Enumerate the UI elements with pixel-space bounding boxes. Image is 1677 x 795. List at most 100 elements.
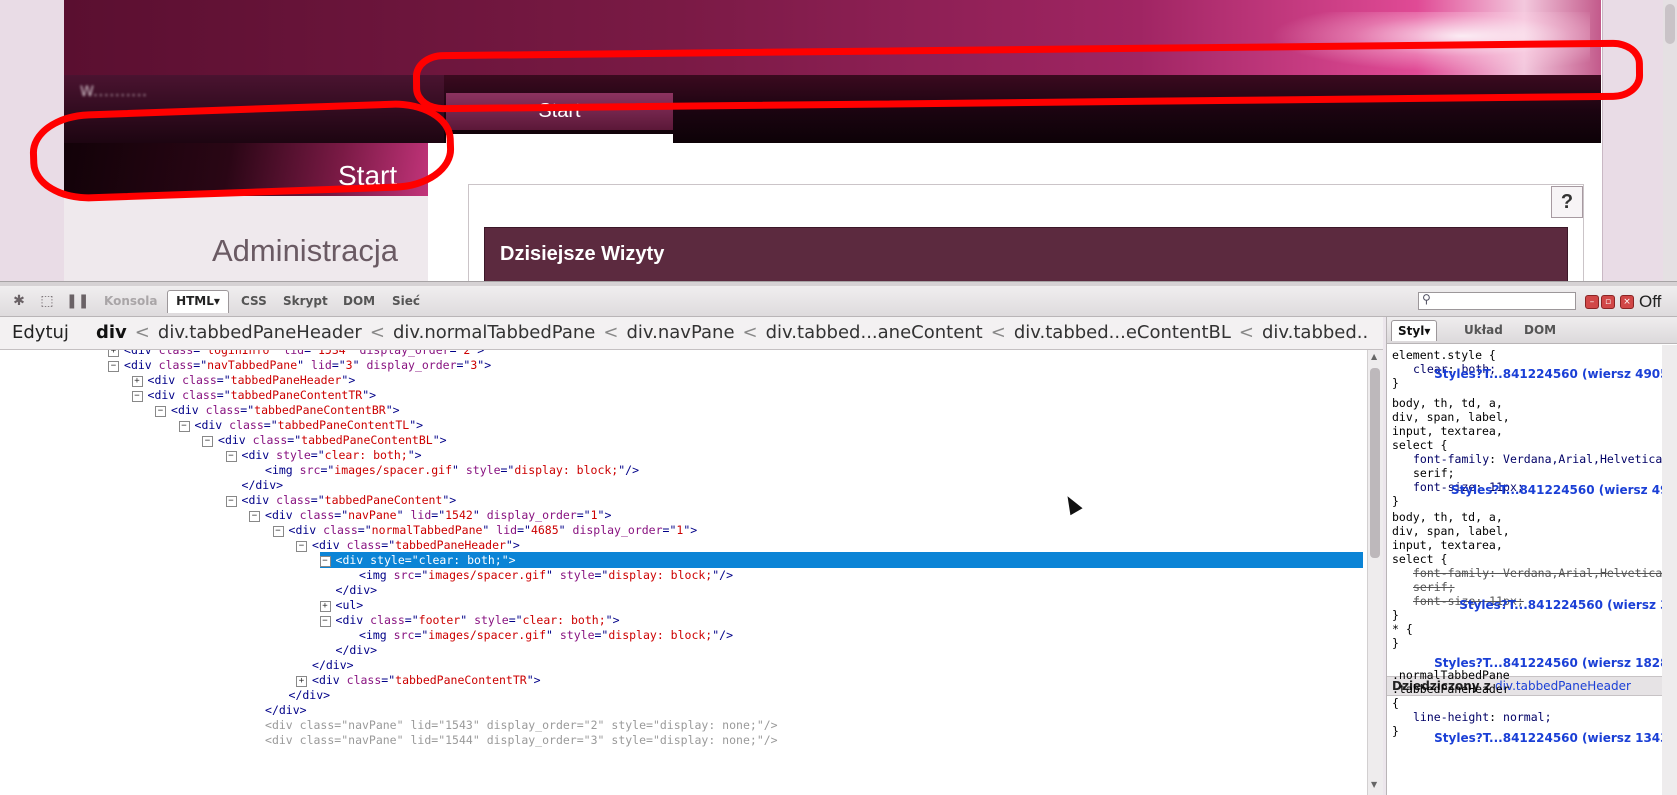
attr-value[interactable]: footer — [419, 613, 461, 627]
inherited-from-link[interactable]: div.tabbedPaneHeader — [1495, 679, 1631, 693]
attr-name[interactable]: class — [323, 523, 358, 537]
attr-name[interactable]: class — [300, 733, 335, 747]
attr-value[interactable]: tabbedPaneContentTR — [231, 388, 363, 402]
attr-name[interactable]: class — [182, 373, 217, 387]
tab-skrypt[interactable]: Skrypt — [283, 294, 328, 308]
sidebar-start-label[interactable]: Start — [338, 160, 397, 192]
collapse-icon[interactable]: − — [131, 391, 143, 402]
attr-name[interactable]: class — [347, 673, 382, 687]
attr-name[interactable]: class — [182, 388, 217, 402]
edit-button[interactable]: Edytuj — [12, 322, 69, 343]
collapse-icon[interactable]: − — [225, 451, 237, 462]
tree-scroll-thumb[interactable] — [1370, 368, 1380, 558]
attr-value[interactable]: display: block; — [514, 463, 618, 477]
expand-icon[interactable]: + — [319, 601, 331, 612]
attr-value[interactable]: display: block; — [608, 628, 712, 642]
breadcrumb-item[interactable]: div.tabbed...aneContent — [766, 322, 983, 343]
attr-value[interactable]: images/spacer.gif — [334, 463, 452, 477]
css-declaration[interactable]: line-height: normal; — [1413, 710, 1552, 724]
close-icon[interactable]: × — [1620, 295, 1634, 309]
tree-node[interactable]: − <div class="tabbedPaneHeader"> — [296, 537, 520, 553]
attr-value[interactable]: tabbedPaneHeader — [231, 373, 342, 387]
css-source-link[interactable]: Styles?T...841224560 (wiersz 3) — [1459, 598, 1674, 612]
attr-name[interactable]: lid — [410, 718, 431, 732]
attr-name[interactable]: class — [159, 350, 194, 357]
css-source-link[interactable]: Styles?T...841224560 (wiersz 49) — [1451, 483, 1674, 497]
attr-name[interactable]: class — [253, 433, 288, 447]
breadcrumb-item[interactable]: div.tabbedPaneHeader — [158, 322, 362, 343]
attr-name[interactable]: lid — [311, 358, 332, 372]
help-button[interactable]: ? — [1551, 186, 1583, 218]
attr-name[interactable]: style — [466, 463, 501, 477]
attr-value[interactable]: normalTabbedPane — [372, 523, 483, 537]
tree-node[interactable]: − <div class="navPane" lid="1542" display… — [249, 507, 611, 523]
attr-name[interactable]: class — [276, 493, 311, 507]
attr-name[interactable]: style — [370, 553, 405, 567]
attr-value[interactable]: clear: both; — [419, 553, 502, 567]
attr-value[interactable]: 3 — [346, 358, 353, 372]
attr-name[interactable]: class — [300, 508, 335, 522]
attr-value[interactable]: images/spacer.gif — [428, 568, 546, 582]
tree-node[interactable]: − <div class="tabbedPaneContentBR"> — [155, 402, 400, 418]
attr-value[interactable]: images/spacer.gif — [428, 628, 546, 642]
tab-css[interactable]: CSS — [241, 294, 267, 308]
sidebar-item-administracja[interactable]: Administracja — [64, 233, 398, 269]
attr-name[interactable]: src — [394, 628, 415, 642]
tree-node[interactable]: </div> — [320, 582, 378, 598]
attr-name[interactable]: style — [474, 613, 509, 627]
attr-name[interactable]: style — [276, 448, 311, 462]
attr-name[interactable]: lid — [410, 508, 431, 522]
breadcrumb-item[interactable]: div.navPane — [626, 322, 734, 343]
css-source-link[interactable]: Styles?T...841224560 (wiersz 1343) — [1434, 731, 1674, 745]
firebug-bug-icon[interactable]: ✱ — [10, 293, 28, 309]
attr-name[interactable]: class — [159, 358, 194, 372]
tree-node[interactable]: − <div class="tabbedPaneContentBL"> — [202, 432, 447, 448]
attr-name[interactable]: style — [560, 628, 595, 642]
tree-node[interactable]: </div> — [296, 657, 354, 673]
attr-value[interactable]: display: none; — [660, 733, 757, 747]
expand-icon[interactable]: + — [296, 676, 307, 687]
attr-name[interactable]: style — [611, 733, 646, 747]
attr-value[interactable]: navPane — [348, 718, 396, 732]
collapse-icon[interactable]: − — [225, 496, 237, 507]
attr-name[interactable]: class — [206, 403, 241, 417]
css-declaration[interactable]: font-family: Verdana,Arial,Helvetica, — [1413, 452, 1669, 466]
tree-node-selected[interactable]: − <div style="clear: both;"> — [319, 552, 1363, 568]
tree-node[interactable]: <img src="images/spacer.gif" style="disp… — [343, 627, 733, 643]
attr-name[interactable]: class — [229, 418, 264, 432]
attr-name[interactable]: src — [300, 463, 321, 477]
attr-name[interactable]: class — [370, 613, 405, 627]
side-panel-scrollbar[interactable] — [1662, 345, 1677, 795]
tree-node[interactable]: − <div class="footer" style="clear: both;… — [319, 612, 620, 628]
tab-uklad[interactable]: Układ — [1464, 323, 1503, 337]
attr-value[interactable]: navTabbedPane — [207, 358, 297, 372]
attr-value[interactable]: 1543 — [445, 718, 473, 732]
attr-value[interactable]: tabbedPaneContentBR — [254, 403, 386, 417]
inspect-icon[interactable]: ⬚ — [38, 293, 56, 309]
detach-icon[interactable]: ▫ — [1601, 295, 1615, 309]
tree-node[interactable]: + <ul> — [319, 597, 363, 613]
attr-value[interactable]: navPane — [348, 733, 396, 747]
tree-node[interactable]: </div> — [273, 687, 331, 703]
tab-siec[interactable]: Sieć — [392, 294, 420, 308]
attr-name[interactable]: lid — [496, 523, 517, 537]
tab-konsola[interactable]: Konsola — [104, 294, 157, 308]
tree-node[interactable]: </div> — [226, 477, 284, 493]
tree-node[interactable]: </div> — [249, 702, 307, 718]
breadcrumb-item[interactable]: div — [96, 322, 127, 343]
attr-value[interactable]: loginInfo — [207, 350, 269, 357]
tree-node[interactable]: <img src="images/spacer.gif" style="disp… — [343, 567, 733, 583]
attr-name[interactable]: style — [611, 718, 646, 732]
collapse-icon[interactable]: − — [319, 616, 331, 627]
attr-value[interactable]: tabbedPaneContentTL — [278, 418, 410, 432]
attr-name[interactable]: class — [300, 718, 335, 732]
attr-name[interactable]: display_order — [487, 718, 577, 732]
tree-node[interactable]: − <div class="tabbedPaneContent"> — [225, 492, 456, 508]
tree-node[interactable]: − <div class="tabbedPaneContentTR"> — [131, 387, 376, 403]
attr-value[interactable]: 4685 — [531, 523, 559, 537]
attr-value[interactable]: display: none; — [660, 718, 757, 732]
tree-node[interactable]: <img src="images/spacer.gif" style="disp… — [249, 462, 639, 478]
tree-node[interactable]: − <div style="clear: both;"> — [225, 447, 422, 463]
collapse-icon[interactable]: − — [272, 526, 284, 537]
collapse-icon[interactable]: − — [202, 436, 213, 447]
